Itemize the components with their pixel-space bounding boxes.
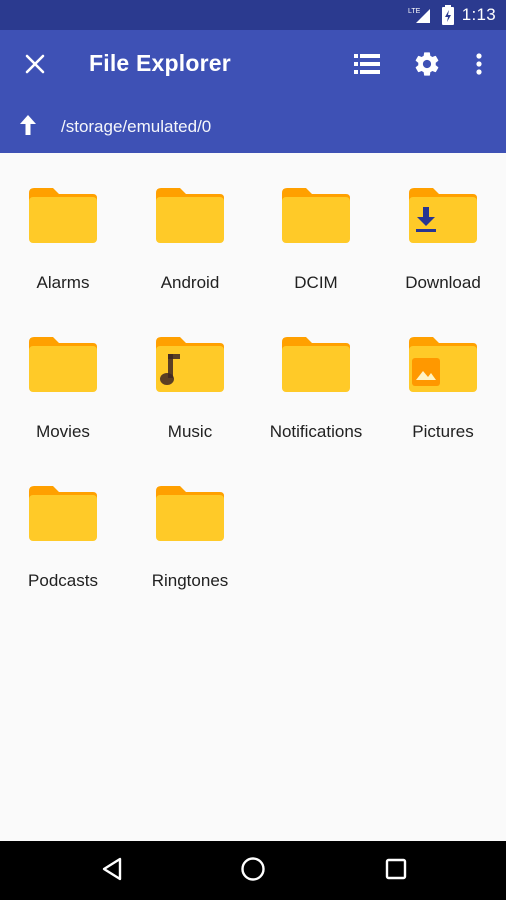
app-toolbar: File Explorer — [0, 30, 506, 100]
path-bar: /storage/emulated/0 — [0, 100, 506, 153]
folder-item-ringtones[interactable]: Ringtones — [127, 451, 253, 591]
page-title: File Explorer — [89, 50, 231, 76]
folder-label: Alarms — [36, 273, 90, 292]
folder-item-download[interactable]: Download — [380, 153, 506, 293]
folder-item-notifications[interactable]: Notifications — [253, 302, 379, 442]
folder-label: Pictures — [412, 422, 474, 441]
folder-icon — [27, 334, 99, 394]
settings-button[interactable] — [411, 50, 443, 82]
lte-signal-icon: LTE — [408, 5, 434, 25]
status-bar: LTE 1:13 — [0, 0, 506, 30]
close-button[interactable] — [20, 51, 50, 81]
download-icon — [414, 207, 438, 233]
arrow-up-icon — [18, 114, 38, 141]
folder-icon — [154, 185, 226, 245]
folder-icon — [407, 185, 479, 245]
back-button[interactable] — [96, 855, 128, 887]
close-icon — [24, 53, 46, 80]
system-nav-bar — [0, 841, 506, 900]
folder-item-music[interactable]: Music — [127, 302, 253, 442]
folder-item-dcim[interactable]: DCIM — [253, 153, 379, 293]
svg-text:LTE: LTE — [408, 8, 421, 15]
folder-label: Notifications — [269, 422, 363, 441]
folder-icon — [27, 483, 99, 543]
folder-item-movies[interactable]: Movies — [0, 302, 126, 442]
folder-icon — [154, 483, 226, 543]
folder-label: Android — [160, 273, 220, 292]
folder-item-android[interactable]: Android — [127, 153, 253, 293]
list-view-button[interactable] — [351, 50, 383, 82]
folder-label: Podcasts — [28, 571, 98, 590]
navigate-up-button[interactable] — [16, 114, 40, 141]
folder-label: Download — [405, 273, 481, 292]
home-icon — [240, 856, 266, 887]
gear-icon — [413, 50, 441, 83]
folder-icon — [154, 334, 226, 394]
folder-label: Movies — [36, 422, 90, 441]
back-icon — [101, 857, 123, 886]
home-button[interactable] — [237, 855, 269, 887]
more-vert-icon — [475, 52, 483, 81]
folder-item-alarms[interactable]: Alarms — [0, 153, 126, 293]
folder-icon — [280, 334, 352, 394]
battery-icon — [441, 5, 454, 25]
folder-icon — [407, 334, 479, 394]
folder-grid: Alarms Android DCIM Download Movies Musi… — [0, 153, 506, 841]
folder-label: Ringtones — [151, 571, 229, 590]
status-clock: 1:13 — [461, 5, 496, 24]
image-icon — [412, 358, 440, 386]
more-options-button[interactable] — [463, 50, 495, 82]
music-note-icon — [158, 352, 184, 388]
folder-item-pictures[interactable]: Pictures — [380, 302, 506, 442]
folder-label: DCIM — [294, 273, 338, 292]
folder-label: Music — [167, 422, 213, 441]
folder-item-podcasts[interactable]: Podcasts — [0, 451, 126, 591]
recents-button[interactable] — [380, 855, 412, 887]
list-view-icon — [354, 53, 380, 80]
current-path: /storage/emulated/0 — [61, 117, 212, 136]
recents-icon — [385, 858, 407, 885]
folder-icon — [27, 185, 99, 245]
folder-icon — [280, 185, 352, 245]
